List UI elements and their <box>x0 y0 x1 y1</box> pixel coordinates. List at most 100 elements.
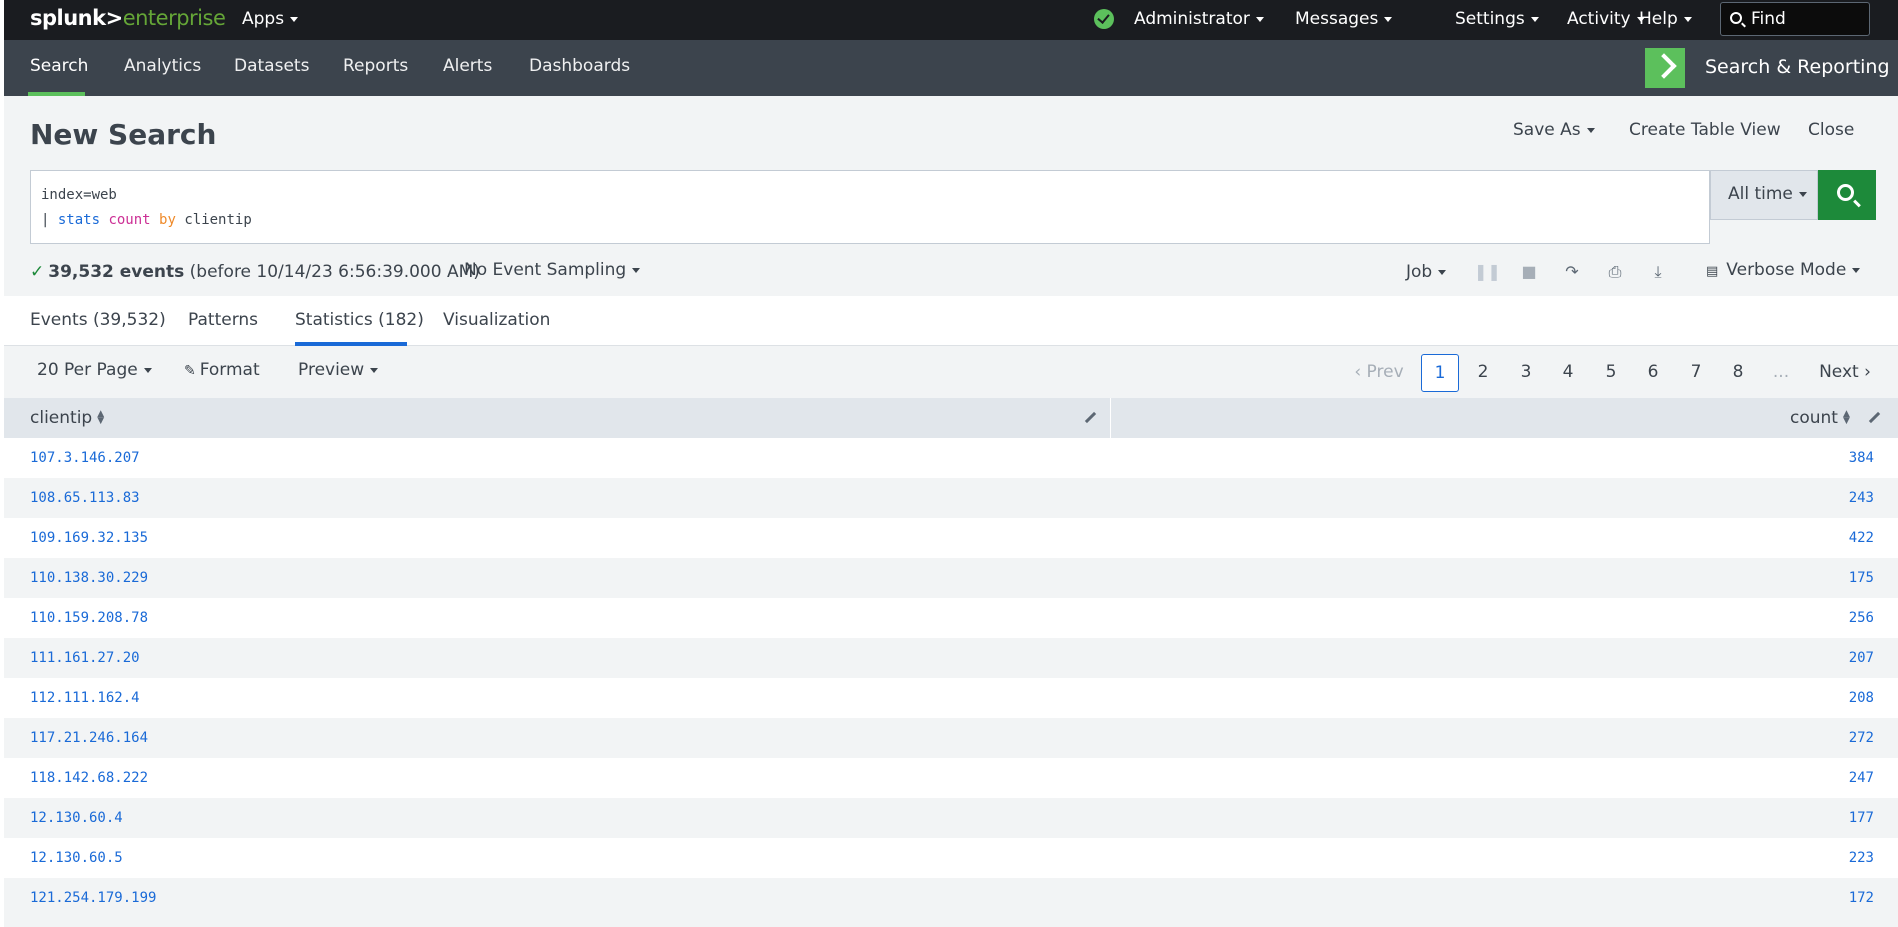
activity-menu[interactable]: Activity <box>1567 9 1645 29</box>
caret-down-icon <box>290 16 299 22</box>
tab-visualization[interactable]: Visualization <box>443 310 550 330</box>
search-query-editor[interactable]: index=web | stats count by clientip <box>30 170 1710 244</box>
tab-patterns[interactable]: Patterns <box>188 310 258 330</box>
table-row: 108.65.113.83 243 <box>4 478 1898 518</box>
clientip-cell[interactable]: 110.159.208.78 <box>30 610 148 626</box>
table-row: 121.254.179.199 172 <box>4 878 1898 918</box>
page-6-button[interactable]: 6 <box>1634 354 1672 392</box>
table-row: 112.111.162.4 208 <box>4 678 1898 718</box>
results-toolbar: 20 Per Page ✎ Format Preview ‹ Prev 1 2 3… <box>4 346 1898 398</box>
save-as-menu[interactable]: Save As <box>1513 120 1595 140</box>
pause-icon[interactable]: ❚❚ <box>1474 260 1501 284</box>
count-cell[interactable]: 177 <box>1849 810 1874 826</box>
column-label: clientip <box>30 408 93 428</box>
time-range-picker[interactable]: All time <box>1710 170 1818 220</box>
app-name[interactable]: Search & Reporting <box>1705 56 1890 78</box>
run-search-button[interactable] <box>1818 170 1876 220</box>
help-label: Help <box>1639 9 1678 29</box>
table-header: clientip ▲ ▼ count ▲ ▼ <box>4 398 1898 438</box>
check-icon: ✓ <box>30 262 45 282</box>
export-icon[interactable]: ⤓ <box>1646 260 1670 284</box>
clientip-cell[interactable]: 117.21.246.164 <box>30 730 148 746</box>
count-cell[interactable]: 272 <box>1849 730 1874 746</box>
next-page-button[interactable]: Next › <box>1814 354 1876 392</box>
column-header-clientip[interactable]: clientip ▲ ▼ <box>30 408 104 428</box>
apps-menu[interactable]: Apps <box>242 9 299 29</box>
page-7-button[interactable]: 7 <box>1677 354 1715 392</box>
count-cell[interactable]: 247 <box>1849 770 1874 786</box>
clientip-cell[interactable]: 121.254.179.199 <box>30 890 156 906</box>
count-cell[interactable]: 208 <box>1849 690 1874 706</box>
count-cell[interactable]: 223 <box>1849 850 1874 866</box>
page-8-button[interactable]: 8 <box>1719 354 1757 392</box>
sort-icon: ▲ ▼ <box>1842 409 1850 426</box>
stop-icon[interactable]: ■ <box>1517 260 1541 284</box>
clientip-cell[interactable]: 111.161.27.20 <box>30 650 140 666</box>
clientip-cell[interactable]: 12.130.60.4 <box>30 810 123 826</box>
time-range-label: All time <box>1728 184 1793 204</box>
health-ok-icon[interactable] <box>1094 9 1114 29</box>
logo-suffix: enterprise <box>122 6 226 30</box>
event-sampling-menu[interactable]: No Event Sampling <box>464 260 641 280</box>
per-page-label: 20 Per Page <box>37 360 138 380</box>
prev-page-button[interactable]: ‹ Prev <box>1349 354 1409 392</box>
caret-down-icon <box>143 367 152 373</box>
count-cell[interactable]: 207 <box>1849 650 1874 666</box>
find-input[interactable]: Find <box>1720 2 1870 36</box>
edit-column-icon[interactable] <box>1082 410 1098 426</box>
query-field: clientip <box>184 212 252 228</box>
column-header-count[interactable]: count ▲ ▼ <box>1790 408 1850 428</box>
tab-dashboards[interactable]: Dashboards <box>529 56 630 76</box>
preview-menu[interactable]: Preview <box>298 360 379 380</box>
search-mode-menu[interactable]: ▤ Verbose Mode <box>1706 260 1861 280</box>
administrator-menu[interactable]: Administrator <box>1134 9 1264 29</box>
clientip-cell[interactable]: 107.3.146.207 <box>30 450 140 466</box>
print-icon[interactable]: ⎙ <box>1603 260 1627 284</box>
messages-label: Messages <box>1295 9 1379 29</box>
edit-column-icon[interactable] <box>1866 410 1882 426</box>
count-cell[interactable]: 384 <box>1849 450 1874 466</box>
tab-events[interactable]: Events (39,532) <box>30 310 166 330</box>
find-placeholder: Find <box>1751 9 1786 29</box>
count-cell[interactable]: 175 <box>1849 570 1874 586</box>
caret-down-icon <box>1384 16 1393 22</box>
tab-statistics[interactable]: Statistics (182) <box>295 310 424 330</box>
clientip-cell[interactable]: 109.169.32.135 <box>30 530 148 546</box>
count-cell[interactable]: 243 <box>1849 490 1874 506</box>
clientip-cell[interactable]: 110.138.30.229 <box>30 570 148 586</box>
page-2-button[interactable]: 2 <box>1464 354 1502 392</box>
settings-menu[interactable]: Settings <box>1455 9 1539 29</box>
count-cell[interactable]: 422 <box>1849 530 1874 546</box>
clientip-cell[interactable]: 108.65.113.83 <box>30 490 140 506</box>
clientip-cell[interactable]: 12.130.60.5 <box>30 850 123 866</box>
table-row: 110.138.30.229 175 <box>4 558 1898 598</box>
tab-alerts[interactable]: Alerts <box>443 56 492 76</box>
tab-search[interactable]: Search <box>30 56 88 76</box>
count-cell[interactable]: 172 <box>1849 890 1874 906</box>
administrator-label: Administrator <box>1134 9 1250 29</box>
splunk-logo[interactable]: splunk>enterprise <box>30 6 226 30</box>
job-menu[interactable]: Job <box>1406 262 1447 282</box>
create-table-view-button[interactable]: Create Table View <box>1629 120 1781 140</box>
format-menu[interactable]: ✎ Format <box>184 360 260 380</box>
tab-reports[interactable]: Reports <box>343 56 408 76</box>
close-button[interactable]: Close <box>1808 120 1854 140</box>
per-page-menu[interactable]: 20 Per Page <box>37 360 152 380</box>
tab-analytics[interactable]: Analytics <box>124 56 201 76</box>
share-icon[interactable]: ↷ <box>1560 260 1584 284</box>
table-row: 109.169.32.135 422 <box>4 518 1898 558</box>
clientip-cell[interactable]: 118.142.68.222 <box>30 770 148 786</box>
page-4-button[interactable]: 4 <box>1549 354 1587 392</box>
count-cell[interactable]: 256 <box>1849 610 1874 626</box>
page-3-button[interactable]: 3 <box>1507 354 1545 392</box>
page-1-button[interactable]: 1 <box>1421 354 1459 392</box>
next-label: Next <box>1819 362 1859 382</box>
sort-icon: ▲ ▼ <box>97 409 105 426</box>
tab-datasets[interactable]: Datasets <box>234 56 309 76</box>
page-5-button[interactable]: 5 <box>1592 354 1630 392</box>
query-pipe: | <box>41 212 58 228</box>
messages-menu[interactable]: Messages <box>1295 9 1393 29</box>
clientip-cell[interactable]: 112.111.162.4 <box>30 690 140 706</box>
help-menu[interactable]: Help <box>1639 9 1692 29</box>
table-row: 118.142.68.222 247 <box>4 758 1898 798</box>
